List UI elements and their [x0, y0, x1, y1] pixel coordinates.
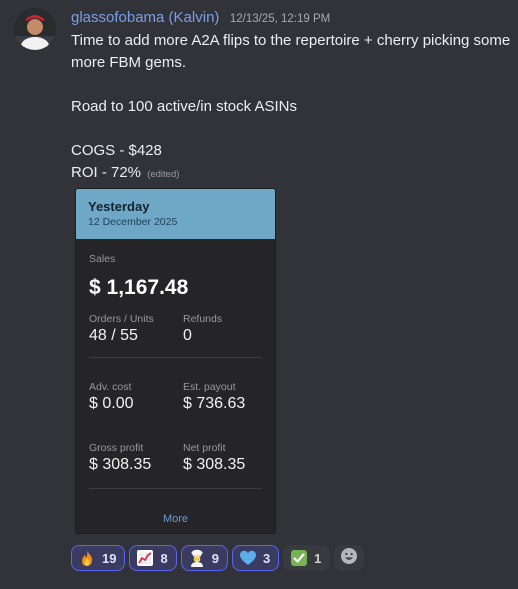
adv-cost-label: Adv. cost — [89, 381, 132, 393]
card-title: Yesterday — [88, 199, 150, 214]
est-payout-value: $ 736.63 — [183, 395, 246, 412]
chat-message: glassofobama (Kalvin) 12/13/25, 12:19 PM… — [0, 0, 518, 589]
message-header: glassofobama (Kalvin) 12/13/25, 12:19 PM — [71, 9, 330, 27]
adv-cost-value: $ 0.00 — [89, 395, 134, 412]
reaction-count: 8 — [160, 550, 168, 566]
more-link[interactable]: More — [76, 513, 275, 525]
reaction-check-mark[interactable]: 1 — [283, 545, 331, 571]
reaction-count: 19 — [102, 550, 117, 566]
username[interactable]: glassofobama (Kalvin) — [71, 9, 219, 26]
message-line: Time to add more A2A flips to the repert… — [71, 32, 511, 71]
embedded-image-card[interactable]: Yesterday 12 December 2025 Sales $ 1,167… — [75, 188, 276, 534]
add-reaction-button[interactable] — [334, 545, 365, 571]
divider — [89, 357, 262, 358]
sales-value: $ 1,167.48 — [89, 276, 189, 299]
reaction-count: 9 — [211, 550, 219, 566]
reaction-blue-heart[interactable]: 3 — [231, 545, 280, 571]
blue-heart-icon — [239, 549, 257, 567]
est-payout-label: Est. payout — [183, 381, 236, 393]
gross-profit-label: Gross profit — [89, 442, 144, 454]
refunds-label: Refunds — [183, 313, 223, 325]
message-line: COGS - $428 — [71, 142, 162, 159]
orders-label: Orders / Units — [89, 313, 154, 325]
cook-icon — [188, 549, 206, 567]
avatar[interactable] — [14, 8, 56, 50]
edited-label: (edited) — [147, 169, 180, 180]
net-profit-label: Net profit — [183, 442, 226, 454]
chart-increasing-icon — [136, 549, 154, 567]
message-line-last: ROI - 72% (edited) — [71, 162, 511, 186]
refunds-value: 0 — [183, 327, 192, 344]
reaction-cook[interactable]: 9 — [180, 545, 228, 571]
divider — [89, 488, 262, 489]
reactions-bar: 19 8 9 3 1 — [71, 545, 365, 571]
net-profit-value: $ 308.35 — [183, 456, 246, 473]
reaction-fire[interactable]: 19 — [71, 545, 126, 571]
orders-value: 48 / 55 — [89, 327, 138, 344]
gross-profit-value: $ 308.35 — [89, 456, 152, 473]
reaction-count: 1 — [314, 550, 322, 566]
message-line: ROI - 72% — [71, 164, 142, 181]
card-header: Yesterday 12 December 2025 — [76, 189, 275, 239]
message-line: Road to 100 active/in stock ASINs — [71, 98, 297, 115]
message-content: Time to add more A2A flips to the repert… — [71, 30, 511, 186]
reaction-count: 3 — [262, 550, 271, 566]
sales-label: Sales — [89, 253, 116, 265]
card-date: 12 December 2025 — [88, 216, 178, 228]
fire-icon — [78, 549, 96, 567]
smiley-icon — [340, 547, 358, 570]
reaction-chart-increasing[interactable]: 8 — [129, 545, 177, 571]
check-mark-button-icon — [290, 549, 308, 567]
timestamp[interactable]: 12/13/25, 12:19 PM — [230, 13, 330, 25]
